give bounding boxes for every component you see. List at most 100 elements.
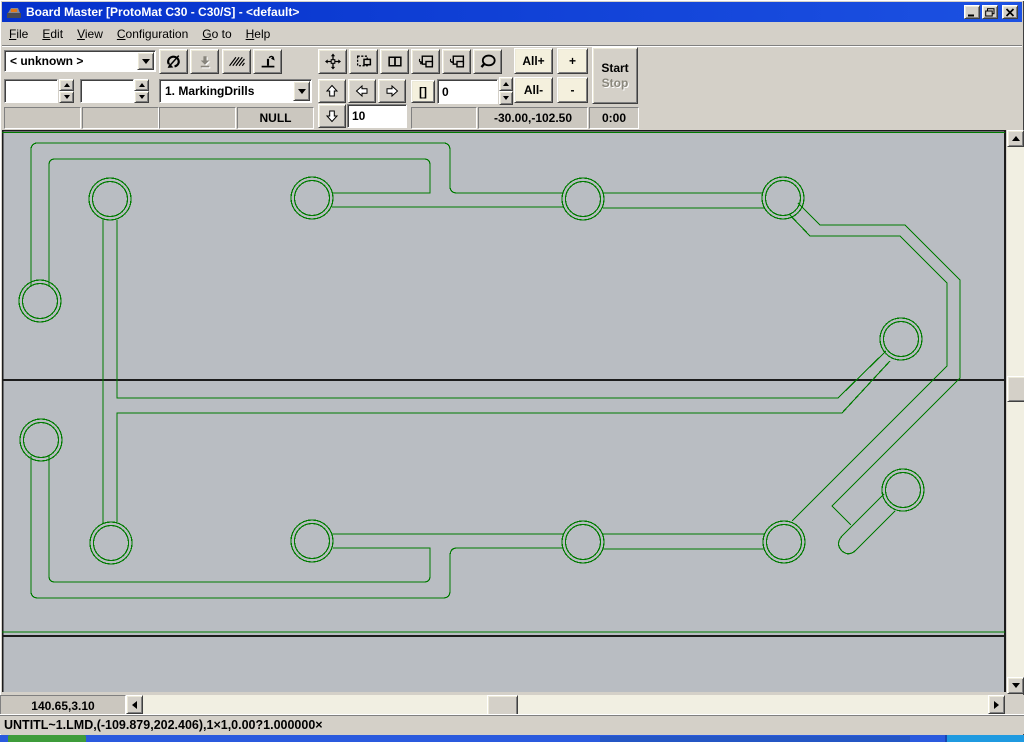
tool-combo-value: < unknown > [5, 51, 136, 71]
window-copy-button[interactable] [411, 49, 440, 74]
repeat-count-spinner[interactable] [499, 77, 513, 105]
toolbar: < unknown > [2, 46, 1022, 130]
app-icon [6, 4, 22, 20]
move-view-button[interactable] [318, 49, 347, 74]
all-minus-button[interactable]: All- [514, 77, 553, 103]
step-size-field[interactable]: 10 [347, 104, 407, 128]
menu-item-configuration[interactable]: Configuration [110, 24, 195, 44]
start-stop-button[interactable]: Start Stop [592, 47, 638, 104]
app-window: Board Master [ProtoMat C30 - C30/S] - <d… [0, 0, 1024, 742]
all-plus-button[interactable]: All+ [514, 48, 553, 74]
pcb-pad [763, 521, 805, 563]
vertical-scrollbar[interactable] [1007, 130, 1024, 694]
window-copy-alt-button[interactable] [442, 49, 471, 74]
pcb-trace [117, 361, 890, 522]
pcb-trace [798, 203, 960, 525]
menu-item-go-to[interactable]: Go to [195, 24, 238, 44]
pcb-pad [20, 419, 62, 461]
start-label: Start [601, 61, 628, 76]
minimize-button[interactable] [964, 5, 980, 19]
pcb-trace [31, 143, 563, 286]
menu-bar: FileEditViewConfigurationGo toHelp [2, 22, 1022, 47]
pcb-pad [295, 524, 330, 559]
pcb-pad [766, 181, 801, 216]
y-coordinate-spinner[interactable] [134, 79, 149, 103]
elapsed-time-readout: 0:00 [589, 107, 639, 129]
arrow-right-button[interactable] [378, 79, 406, 103]
scroll-left-arrow[interactable] [126, 695, 143, 714]
pcb-pad [94, 526, 129, 561]
pcb-trace [117, 220, 886, 398]
scrollbar-corner [1006, 695, 1024, 714]
production-phase-value: 1. MarkingDrills [160, 80, 292, 102]
cursor-position-readout: 140.65,3.10 [0, 695, 126, 716]
pcb-pad [566, 525, 601, 560]
pcb-canvas[interactable] [2, 130, 1006, 692]
close-button[interactable] [1002, 5, 1018, 19]
scroll-right-arrow[interactable] [988, 695, 1005, 714]
production-phase-combo[interactable]: 1. MarkingDrills [159, 79, 312, 103]
pcb-trace [789, 214, 947, 521]
pcb-pad [880, 318, 922, 360]
pcb-pad [19, 280, 61, 322]
x-coordinate-spinner[interactable] [59, 79, 74, 103]
start-menu-button[interactable] [8, 735, 86, 742]
menu-item-view[interactable]: View [70, 24, 110, 44]
arrow-down-button[interactable] [318, 104, 346, 128]
tool-status-cell: NULL [237, 107, 314, 129]
system-tray [945, 735, 1024, 742]
preview-zoom-button[interactable] [473, 49, 502, 74]
horizontal-scrollbar[interactable] [143, 695, 988, 714]
split-view-button[interactable] [380, 49, 409, 74]
pcb-pad [566, 182, 601, 217]
restore-button[interactable] [982, 5, 998, 19]
taskbar-task-button[interactable] [600, 736, 910, 742]
scroll-up-arrow[interactable] [1007, 130, 1024, 147]
status-cell-1 [4, 107, 81, 129]
pcb-pad [90, 522, 132, 564]
pcb-pad [89, 178, 131, 220]
move-head-home-button[interactable] [253, 49, 282, 74]
frame-select-button[interactable] [349, 49, 378, 74]
tool-change-button[interactable] [159, 49, 188, 74]
window-title: Board Master [ProtoMat C30 - C30/S] - <d… [26, 5, 299, 19]
bracket-select-button[interactable]: [] [411, 80, 435, 103]
milling-area-button[interactable] [222, 49, 251, 74]
pcb-pad [884, 322, 919, 357]
arrow-left-button[interactable] [348, 79, 376, 103]
pcb-pad [93, 182, 128, 217]
pcb-pad [291, 520, 333, 562]
pcb-pad [295, 181, 330, 216]
pcb-pad [23, 284, 58, 319]
tool-deposit-button-disabled[interactable] [190, 49, 219, 74]
scroll-down-arrow[interactable] [1007, 677, 1024, 694]
tool-combo-arrow[interactable] [137, 52, 154, 70]
pcb-pad [24, 423, 59, 458]
pcb-pad [886, 473, 921, 508]
title-bar: Board Master [ProtoMat C30 - C30/S] - <d… [2, 2, 1022, 22]
pcb-pad [767, 525, 802, 560]
head-position-readout: -30.00,-102.50 [478, 107, 588, 129]
menu-item-file[interactable]: File [2, 24, 35, 44]
taskbar [0, 735, 1024, 742]
tool-combo[interactable]: < unknown > [4, 50, 156, 72]
plus-button[interactable]: + [557, 48, 588, 74]
stop-label: Stop [602, 76, 629, 91]
arrow-up-button[interactable] [318, 79, 346, 103]
status-cell-4 [411, 107, 477, 129]
pcb-pad [882, 469, 924, 511]
menu-item-edit[interactable]: Edit [35, 24, 70, 44]
status-cell-2 [82, 107, 159, 129]
production-phase-arrow[interactable] [293, 81, 310, 101]
status-bar: UNTITL~1.LMD,(-109.879,202.406),1×1,0.00… [0, 714, 1024, 734]
menu-item-help[interactable]: Help [239, 24, 278, 44]
repeat-count-field[interactable]: 0 [437, 79, 498, 104]
horizontal-scroll-thumb[interactable] [487, 695, 518, 716]
x-coordinate-field[interactable] [4, 79, 58, 103]
pcb-pad [291, 177, 333, 219]
file-info-text: UNTITL~1.LMD,(-109.879,202.406),1×1,0.00… [4, 718, 323, 732]
y-coordinate-field[interactable] [80, 79, 134, 103]
vertical-scroll-thumb[interactable] [1007, 376, 1024, 402]
minus-button[interactable]: - [557, 77, 588, 103]
pcb-pad [562, 178, 604, 220]
